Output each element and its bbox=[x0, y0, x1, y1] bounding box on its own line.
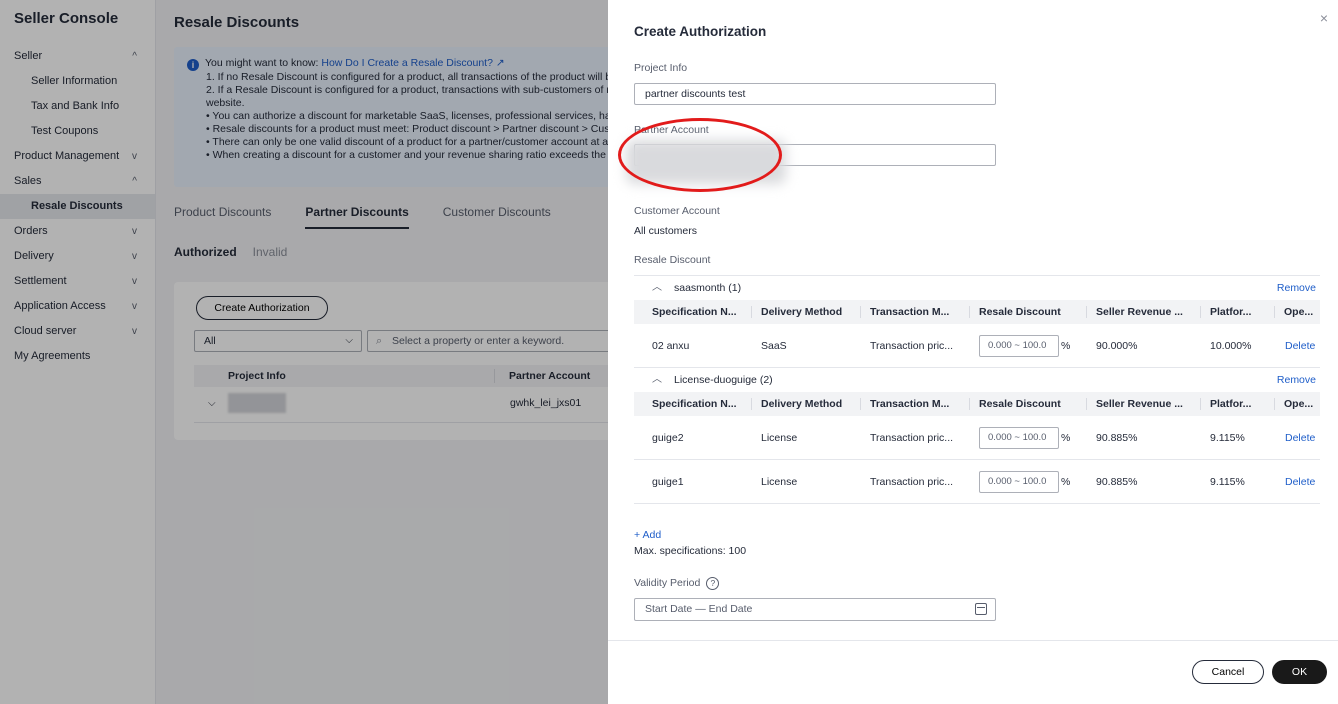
table-row: guige2 License Transaction pric... 0.000… bbox=[634, 416, 1320, 460]
resale-discount-input[interactable]: 0.000 ~ 100.0 bbox=[979, 427, 1059, 449]
resale-discount-input[interactable]: 0.000 ~ 100.0 bbox=[979, 471, 1059, 493]
resale-discount-section: ︿ saasmonth (1) Remove Specification N..… bbox=[634, 275, 1320, 504]
cancel-button[interactable]: Cancel bbox=[1192, 660, 1264, 684]
spec-table-header: Specification N... Delivery Method Trans… bbox=[634, 300, 1320, 324]
delete-row-button[interactable]: Delete bbox=[1285, 460, 1315, 504]
resale-discount-input[interactable]: 0.000 ~ 100.0 bbox=[979, 335, 1059, 357]
footer-divider bbox=[608, 640, 1338, 641]
create-authorization-drawer: × Create Authorization Project Info part… bbox=[608, 0, 1338, 704]
close-icon[interactable]: × bbox=[1320, 10, 1328, 26]
annotation-circle bbox=[618, 118, 782, 192]
remove-group-button[interactable]: Remove bbox=[1277, 276, 1316, 300]
delete-row-button[interactable]: Delete bbox=[1285, 416, 1315, 460]
delete-row-button[interactable]: Delete bbox=[1285, 324, 1315, 368]
table-row: 02 anxu SaaS Transaction pric... 0.000 ~… bbox=[634, 324, 1320, 368]
drawer-title: Create Authorization bbox=[634, 24, 767, 39]
spec-table-header: Specification N... Delivery Method Trans… bbox=[634, 392, 1320, 416]
chevron-up-icon[interactable]: ︿ bbox=[652, 368, 662, 392]
remove-group-button[interactable]: Remove bbox=[1277, 368, 1316, 392]
add-specification-link[interactable]: + Add bbox=[634, 529, 661, 541]
calendar-icon[interactable] bbox=[975, 603, 987, 615]
resale-discount-label: Resale Discount bbox=[634, 254, 711, 266]
validity-date-range-input[interactable]: Start Date — End Date bbox=[634, 598, 996, 621]
spec-group-header: ︿ License-duoguige (2) Remove bbox=[634, 368, 1320, 392]
max-specifications-note: Max. specifications: 100 bbox=[634, 545, 747, 557]
help-icon[interactable]: ? bbox=[706, 577, 720, 590]
table-row: guige1 License Transaction pric... 0.000… bbox=[634, 460, 1320, 504]
spec-group-header: ︿ saasmonth (1) Remove bbox=[634, 276, 1320, 300]
customer-account-value: All customers bbox=[634, 225, 698, 237]
ok-button[interactable]: OK bbox=[1272, 660, 1327, 684]
customer-account-label: Customer Account bbox=[634, 205, 720, 217]
modal-overlay[interactable] bbox=[0, 0, 608, 704]
project-info-input[interactable]: partner discounts test bbox=[634, 83, 996, 105]
project-info-label: Project Info bbox=[634, 62, 688, 74]
chevron-up-icon[interactable]: ︿ bbox=[652, 276, 662, 300]
validity-period-label: Validity Period? bbox=[634, 577, 720, 590]
